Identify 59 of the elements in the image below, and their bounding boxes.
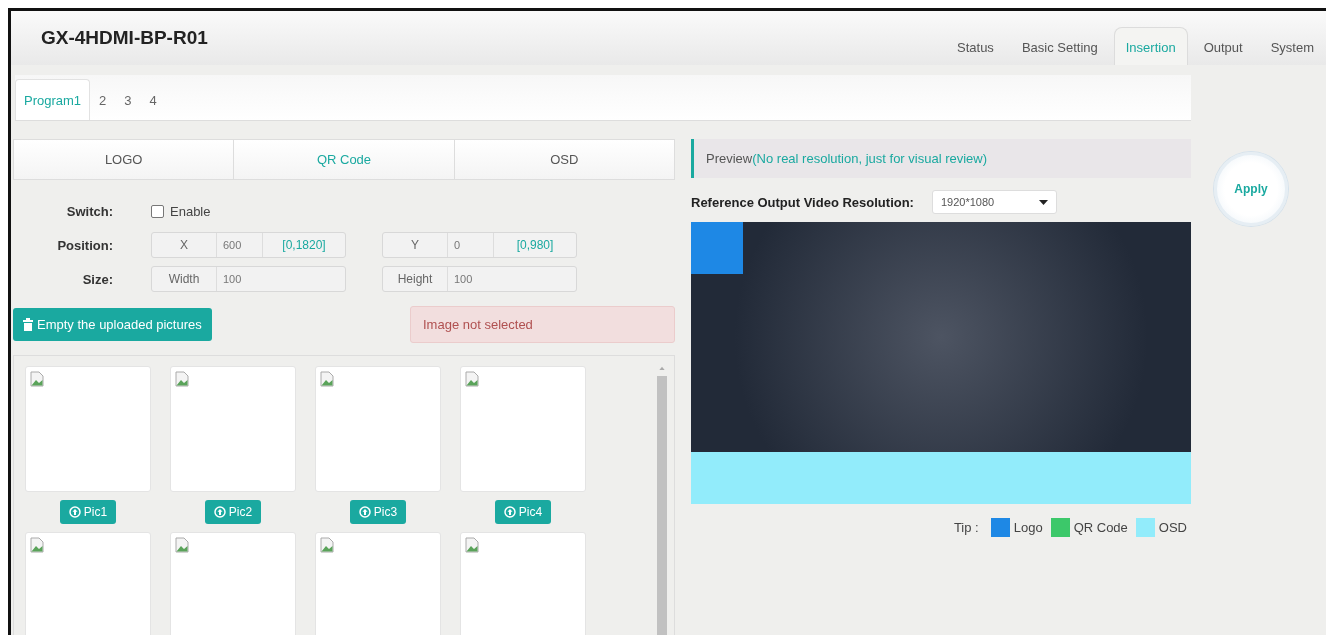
field-label: Position: [56,237,114,253]
apply-button[interactable]: Apply [1214,152,1288,226]
position-field[interactable]: X 600 [0,1820] [151,232,346,258]
legend-label: OSD [1158,520,1187,535]
scrollbar[interactable] [656,366,668,635]
enable-checkbox[interactable] [151,204,164,218]
picture-slot[interactable] [170,532,296,635]
size-field[interactable]: Height 100 [382,266,577,292]
checkbox-label: Enable [170,203,211,219]
legend-label: Logo [1013,520,1043,535]
upload-icon [68,506,81,518]
picture-slot[interactable] [25,366,151,492]
picture-slot[interactable] [460,366,586,492]
resolution-select[interactable]: 1920*1080 [931,190,1057,214]
nav-tab[interactable]: Output [1191,27,1255,65]
picture-slot[interactable] [315,366,441,492]
broken-image-icon [465,371,479,387]
broken-image-icon [320,537,334,553]
caret-icon [1038,199,1048,205]
device-title: GX-4HDMI-BP-R01 [41,27,208,49]
broken-image-icon [175,371,189,387]
nav-tab[interactable]: Status [945,27,1006,65]
broken-image-icon [320,371,334,387]
empty-pictures-button[interactable]: Empty the uploaded pictures [13,308,212,341]
overlay-type-tab[interactable]: OSD [453,140,674,179]
size-field[interactable]: Width 100 [151,266,346,292]
upload-icon [213,506,226,518]
picture-slot[interactable] [25,532,151,635]
legend-title: Tip : [953,520,979,535]
upload-icon [358,506,371,518]
image-status-alert: Image not selected [410,306,675,343]
preview-heading: Preview(No real resolution, just for visual review) [691,139,1191,178]
program-tab[interactable]: Program1 [15,79,91,120]
nav-tab[interactable]: System [1258,27,1326,65]
position-field[interactable]: Y 0 [0,980] [382,232,577,258]
overlay-type-tab[interactable]: LOGO [14,140,234,179]
legend-label: QR Code [1073,520,1128,535]
picture-slot[interactable] [460,532,586,635]
picture-slot[interactable] [315,532,441,635]
upload-icon [503,506,516,518]
scroll-up-icon[interactable] [658,366,667,370]
program-tab[interactable]: 3 [115,79,141,120]
broken-image-icon [30,371,44,387]
upload-button[interactable]: Pic4 [494,500,552,524]
nav-tab[interactable]: Basic Setting [1009,27,1110,65]
program-tab[interactable]: 2 [90,79,116,120]
program-tab[interactable]: 4 [140,79,166,120]
broken-image-icon [30,537,44,553]
overlay-type-tab[interactable]: QR Code [233,140,454,179]
upload-button[interactable]: Pic3 [349,500,407,524]
field-label: Switch: [65,203,114,219]
upload-button[interactable]: Pic1 [59,500,117,524]
field-label: Size: [81,271,114,287]
picture-slot[interactable] [170,366,296,492]
trash-icon [23,318,33,331]
resolution-label: Reference Output Video Resolution: [691,194,914,210]
upload-button[interactable]: Pic2 [204,500,262,524]
broken-image-icon [175,537,189,553]
broken-image-icon [465,537,479,553]
